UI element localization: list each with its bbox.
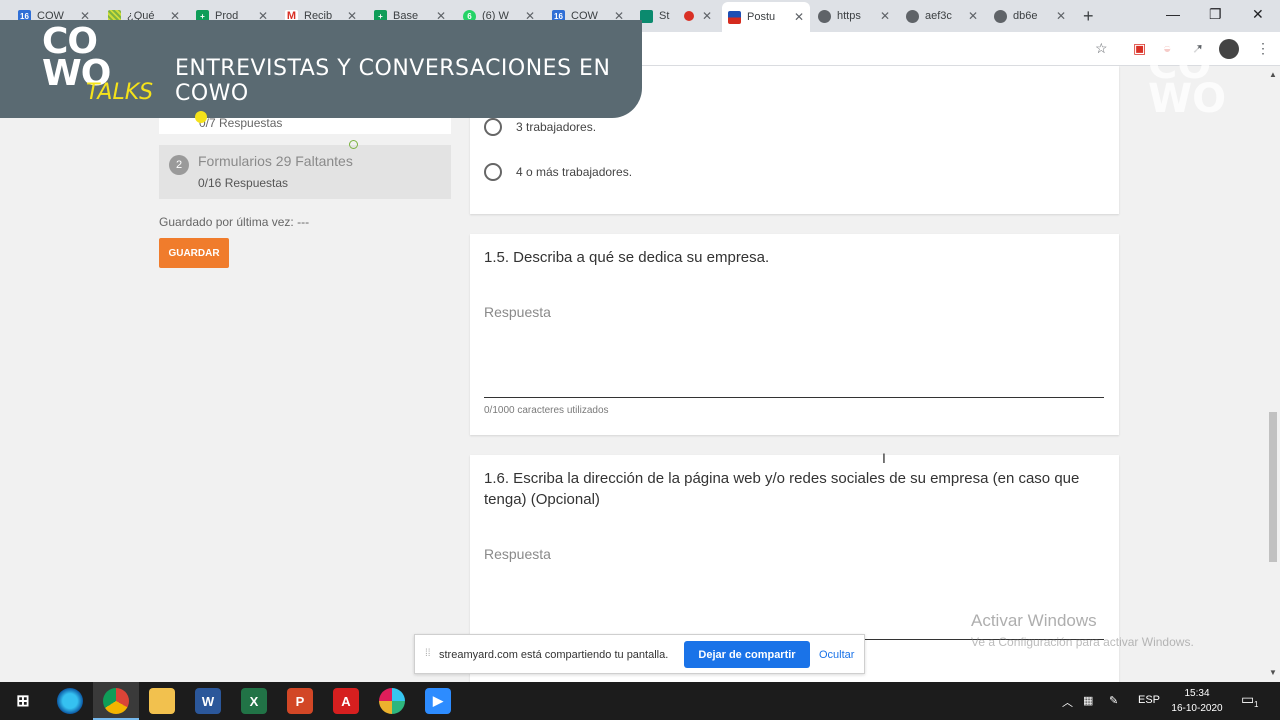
tray-pen-icon[interactable]: ✎: [1109, 694, 1118, 707]
form-page: 0/7 Respuestas 2 Formularios 29 Faltante…: [0, 66, 1266, 682]
question-card-1-5: 1.5. Describa a qué se dedica su empresa…: [470, 234, 1119, 435]
system-clock[interactable]: 15:34 16-10-2020: [1168, 686, 1226, 716]
powerpoint-icon[interactable]: P: [287, 688, 313, 714]
section-card-2[interactable]: 2 Formularios 29 Faltantes 0/16 Respuest…: [159, 145, 451, 199]
page-scrollbar[interactable]: ▲ ▼: [1266, 66, 1280, 682]
globe-icon: [906, 9, 919, 23]
cowo-watermark-logo: CO WO: [1148, 45, 1227, 122]
share-message: streamyard.com está compartiendo tu pant…: [439, 649, 669, 661]
menu-dots-icon[interactable]: ⋮: [1256, 40, 1270, 57]
tab-label: St: [659, 10, 670, 22]
browser-tab[interactable]: db6e ✕: [988, 4, 1072, 28]
radio-button[interactable]: [484, 163, 502, 181]
chrome-icon[interactable]: [103, 688, 129, 714]
bookmark-star-icon[interactable]: ☆: [1095, 40, 1108, 57]
scroll-up-icon[interactable]: ▲: [1269, 70, 1277, 79]
close-tab-icon[interactable]: ✕: [702, 9, 712, 23]
radio-button[interactable]: [484, 118, 502, 136]
last-saved-text: Guardado por última vez: ---: [159, 215, 310, 229]
drag-handle-icon[interactable]: ⁞⁞: [425, 648, 431, 659]
globe-icon: [818, 9, 831, 23]
answer-textarea[interactable]: Respuesta: [484, 546, 551, 562]
minimize-icon[interactable]: —: [1166, 6, 1180, 22]
edge-icon[interactable]: [57, 688, 83, 714]
talks-logo-text: TALKS: [86, 80, 154, 105]
scroll-thumb[interactable]: [1269, 412, 1277, 562]
browser-tab[interactable]: St ✕: [634, 4, 718, 28]
globe-icon: [994, 9, 1007, 23]
tab-label: aef3c: [925, 10, 952, 22]
acrobat-icon[interactable]: A: [333, 688, 359, 714]
flag-icon: [728, 10, 741, 24]
restore-icon[interactable]: ❐: [1209, 6, 1222, 23]
windows-activation-title: Activar Windows: [971, 611, 1097, 630]
extension-icon[interactable]: ▣: [1133, 40, 1146, 57]
notification-icon[interactable]: ▭: [1241, 691, 1254, 708]
section-responses: 0/16 Respuestas: [198, 176, 289, 190]
new-tab-icon[interactable]: +: [1083, 6, 1094, 27]
close-window-icon[interactable]: ✕: [1252, 6, 1264, 23]
question-title: 1.6. Escriba la dirección de la página w…: [484, 470, 1080, 508]
radio-option[interactable]: 4 o más trabajadores.: [484, 163, 632, 181]
excel-icon[interactable]: X: [241, 688, 267, 714]
word-icon[interactable]: W: [195, 688, 221, 714]
textarea-underline: [484, 397, 1104, 398]
tray-app-icon[interactable]: ▦: [1083, 694, 1093, 707]
close-tab-icon[interactable]: ✕: [1056, 9, 1066, 23]
section-title: Formularios 29 Faltantes: [198, 153, 353, 169]
tab-label: https: [837, 10, 861, 22]
option-label: 4 o más trabajadores.: [516, 165, 633, 179]
stop-sharing-button[interactable]: Dejar de compartir: [684, 641, 810, 668]
green-circle-marker: [349, 140, 358, 149]
windows-activation-subtitle: Ve a Configuración para activar Windows.: [971, 635, 1194, 649]
section-1-responses: 0/7 Respuestas: [199, 116, 283, 130]
clock-date: 16-10-2020: [1171, 703, 1223, 714]
watermark-line-bottom: WO: [1148, 76, 1227, 122]
scroll-down-icon[interactable]: ▼: [1269, 668, 1277, 677]
windows-start-icon[interactable]: ⊞: [10, 688, 36, 714]
notification-count: 1: [1254, 700, 1259, 709]
screen-share-bar: ⁞⁞ streamyard.com está compartiendo tu p…: [414, 634, 865, 674]
browser-tab-active[interactable]: Postu ✕: [722, 2, 810, 32]
stream-overlay-banner: CO WO TALKS ENTREVISTAS Y CONVERSACIONES…: [0, 20, 642, 118]
question-title: 1.5. Describa a qué se dedica su empresa…: [484, 249, 770, 266]
yellow-dot-marker: [195, 111, 207, 123]
answer-textarea[interactable]: Respuesta: [484, 304, 551, 320]
hide-link[interactable]: Ocultar: [819, 649, 854, 661]
close-tab-icon[interactable]: ✕: [880, 9, 890, 23]
close-tab-icon[interactable]: ✕: [794, 10, 804, 24]
tab-label: db6e: [1013, 10, 1038, 22]
character-counter: 0/1000 caracteres utilizados: [484, 405, 609, 416]
tray-chevron-icon[interactable]: ︿: [1062, 694, 1073, 710]
radio-option[interactable]: 3 trabajadores.: [484, 118, 596, 136]
section-number-badge: 2: [169, 155, 189, 175]
save-button[interactable]: GUARDAR: [159, 238, 229, 268]
close-tab-icon[interactable]: ✕: [968, 9, 978, 23]
browser-tab[interactable]: aef3c ✕: [900, 4, 984, 28]
file-explorer-icon[interactable]: [149, 688, 175, 714]
tab-label: Postu: [747, 11, 776, 23]
banner-title: ENTREVISTAS Y CONVERSACIONES EN COWO: [175, 56, 611, 106]
text-cursor-icon: I: [882, 450, 886, 466]
slack-icon[interactable]: [379, 688, 405, 714]
zoom-icon[interactable]: ▶: [425, 688, 451, 714]
option-label: 3 trabajadores.: [516, 120, 597, 134]
language-indicator[interactable]: ESP: [1138, 694, 1160, 706]
browser-tab[interactable]: https ✕: [812, 4, 896, 28]
clock-time: 15:34: [1184, 688, 1210, 699]
windows-taskbar: ⊞ W X P A ▶ ︿ ▦ ✎ ESP 15:34 16-10-2020 ▭…: [0, 682, 1280, 720]
recording-icon: [683, 11, 694, 21]
